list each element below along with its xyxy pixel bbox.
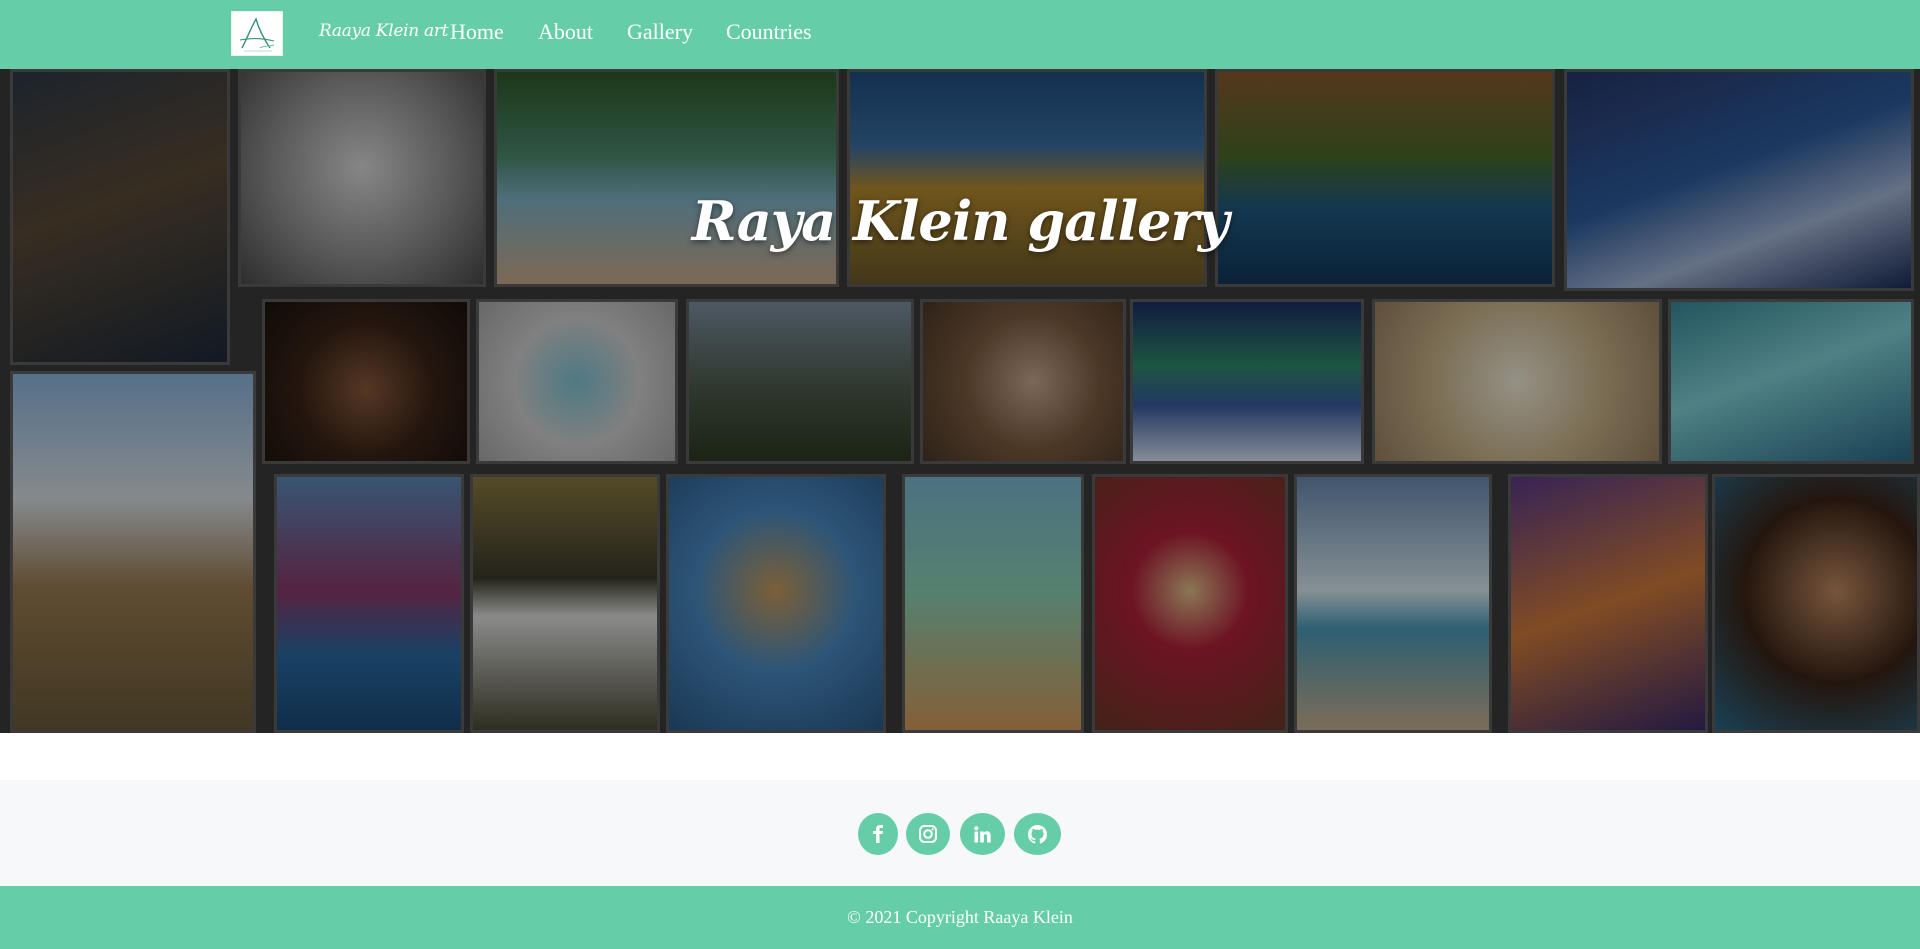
social-links-bar <box>0 780 1920 886</box>
nav-about-link[interactable]: About <box>538 19 593 45</box>
hero-title: Raya Klein gallery <box>691 189 1230 253</box>
hero-banner: Raya Klein gallery <box>0 69 1920 733</box>
nav-countries-link[interactable]: Countries <box>726 19 812 45</box>
instagram-button[interactable] <box>906 813 950 855</box>
linkedin-icon <box>974 825 991 842</box>
github-button[interactable] <box>1014 813 1061 855</box>
footer: © 2021 Copyright Raaya Klein <box>0 886 1920 949</box>
artist-signature-logo-icon <box>239 16 275 51</box>
brand-logo[interactable] <box>231 11 283 56</box>
top-navbar: Raaya Klein art Home About Gallery Count… <box>0 0 1920 69</box>
nav-gallery-link[interactable]: Gallery <box>627 19 693 45</box>
github-icon <box>1028 824 1047 844</box>
linkedin-button[interactable] <box>960 813 1005 855</box>
facebook-icon <box>873 825 883 843</box>
instagram-icon <box>919 825 937 843</box>
brand-name-link[interactable]: Raaya Klein art <box>319 21 448 41</box>
copyright-text: © 2021 Copyright Raaya Klein <box>847 907 1073 927</box>
facebook-button[interactable] <box>858 813 898 855</box>
nav-home-link[interactable]: Home <box>450 19 504 45</box>
hero-dark-overlay <box>0 69 1920 733</box>
